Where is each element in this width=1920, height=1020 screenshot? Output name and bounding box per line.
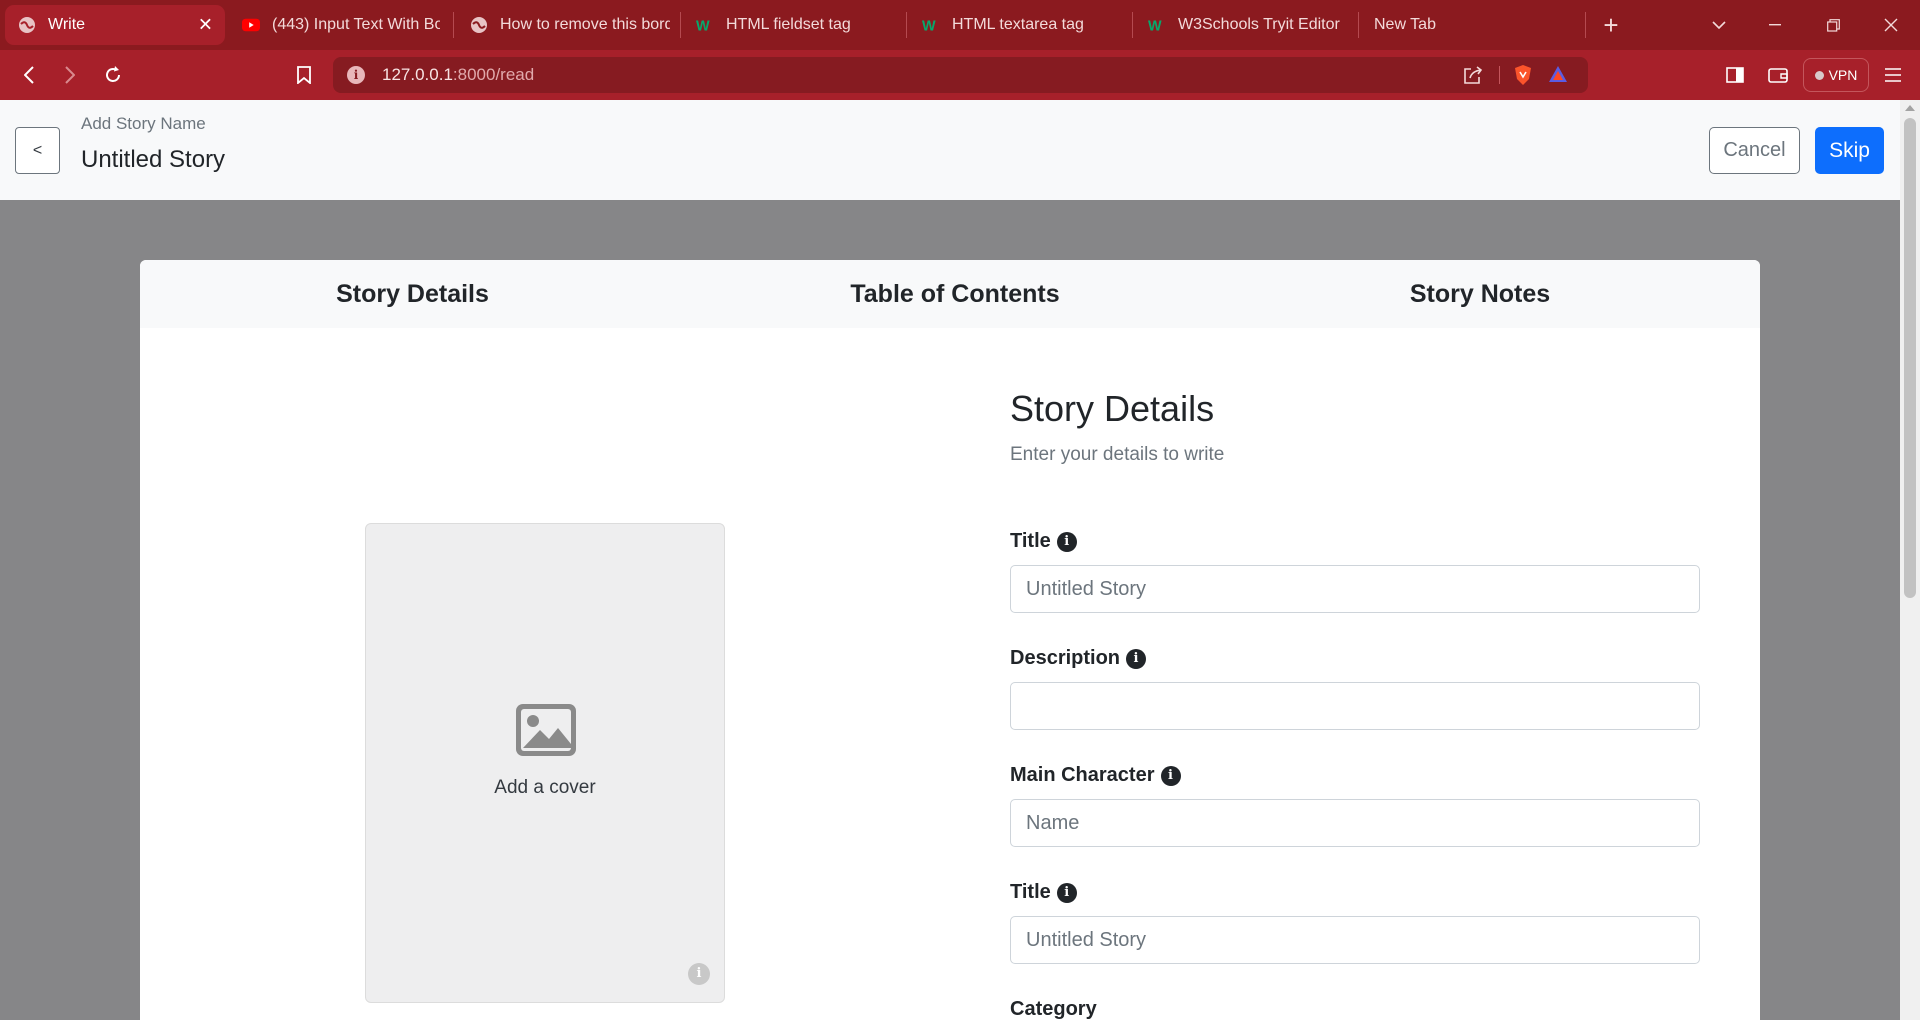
w3schools-icon: W [1148,16,1166,34]
browser-tab-bar: Write ✕ (443) Input Text With Border How… [0,0,1920,50]
site-info-icon[interactable]: i [347,66,365,84]
details-subheading: Enter your details to write [1010,444,1225,465]
url-path: :8000/read [452,65,535,84]
share-icon[interactable] [1463,65,1483,90]
scroll-up-icon[interactable] [1905,105,1915,111]
tab-title: HTML textarea tag [952,16,1084,33]
globe-icon [470,16,488,34]
header-subtitle: Add Story Name [81,114,206,133]
tab-title: How to remove this border [500,16,670,33]
tab-title: W3Schools Tryit Editor [1178,16,1340,33]
vpn-button[interactable]: VPN [1803,58,1869,92]
url-text[interactable]: 127.0.0.1:8000/read [382,57,534,93]
tab-separator [1132,12,1133,38]
image-icon [516,704,576,761]
tab-separator [1358,12,1359,38]
story-tabs: Story Details Table of Contents Story No… [140,260,1760,328]
tab-separator [453,12,454,38]
tab-separator [1585,12,1586,38]
svg-text:W: W [1148,18,1162,33]
reload-icon[interactable] [95,50,131,100]
tab-title: (443) Input Text With Border [272,16,440,33]
browser-toolbar: i 127.0.0.1:8000/read VPN [0,50,1920,100]
app-header: < Add Story Name Untitled Story Cancel S… [0,100,1900,200]
add-cover-area[interactable]: Add a cover i [365,523,725,1003]
vpn-label: VPN [1828,67,1858,83]
tab-separator [906,12,907,38]
w3schools-icon: W [696,16,714,34]
w3schools-icon: W [922,16,940,34]
title-input-2[interactable] [1010,916,1700,964]
info-icon[interactable]: i [1056,882,1077,903]
web-page: < Add Story Name Untitled Story Cancel S… [0,100,1920,1020]
info-icon[interactable]: i [1160,765,1181,786]
close-tab-icon[interactable]: ✕ [198,15,213,36]
forward-icon[interactable] [52,50,88,100]
globe-icon [18,16,36,34]
brave-rewards-icon[interactable] [1548,65,1568,88]
tab-table-of-contents[interactable]: Table of Contents [820,260,1090,328]
brave-shields-icon[interactable] [1513,64,1533,91]
add-cover-label: Add a cover [494,777,596,798]
field-label-text: Description [1010,647,1121,669]
bookmark-icon[interactable] [286,50,322,100]
tab-title: New Tab [1374,16,1436,33]
story-title: Untitled Story [81,146,226,173]
menu-icon[interactable] [1875,50,1911,100]
tab-story-details[interactable]: Story Details [280,260,545,328]
svg-text:W: W [696,18,710,33]
skip-button[interactable]: Skip [1815,127,1884,174]
tab-search-chevron-icon[interactable] [1697,0,1741,50]
title-input[interactable] [1010,565,1700,613]
tab-write[interactable]: Write ✕ [5,5,225,45]
category-label: Category [1010,998,1097,1020]
back-icon[interactable] [11,50,47,100]
youtube-icon [242,16,260,34]
field-label-text: Category [1010,998,1097,1020]
cancel-button[interactable]: Cancel [1709,127,1800,174]
page-scrollbar[interactable] [1900,100,1920,1020]
description-input[interactable] [1010,682,1700,730]
tab-title: Write [48,16,86,33]
vpn-status-icon [1814,70,1824,80]
new-tab-icon[interactable]: + [1589,0,1633,50]
main-character-input[interactable] [1010,799,1700,847]
tab-title: HTML fieldset tag [726,16,851,33]
restore-icon[interactable] [1811,0,1855,50]
tab-textarea[interactable]: W HTML textarea tag [922,0,1122,50]
divider [1499,66,1500,84]
main-character-label: Main Character i [1010,764,1181,787]
tab-border[interactable]: How to remove this border [470,0,670,50]
address-bar[interactable]: i 127.0.0.1:8000/read [333,57,1588,93]
title-label: Title i [1010,530,1077,553]
tab-fieldset[interactable]: W HTML fieldset tag [696,0,896,50]
story-card: Story Details Table of Contents Story No… [140,260,1760,1020]
tab-tryit[interactable]: W W3Schools Tryit Editor [1148,0,1348,50]
info-icon[interactable]: i [688,963,710,985]
back-button[interactable]: < [15,127,60,174]
field-label-text: Title [1010,530,1051,552]
close-window-icon[interactable] [1869,0,1913,50]
scroll-thumb[interactable] [1904,118,1916,598]
title-label-2: Title i [1010,881,1077,904]
field-label-text: Main Character [1010,764,1155,786]
field-label-text: Title [1010,881,1051,903]
tab-new[interactable]: New Tab [1374,0,1574,50]
svg-text:W: W [922,18,936,33]
minimize-icon[interactable] [1753,0,1797,50]
url-host: 127.0.0.1 [382,65,453,84]
info-icon[interactable]: i [1056,531,1077,552]
sidebar-toggle-icon[interactable] [1717,50,1753,100]
tab-story-notes[interactable]: Story Notes [1380,260,1580,328]
wallet-icon[interactable] [1760,50,1796,100]
tab-separator [680,12,681,38]
info-icon[interactable]: i [1126,648,1147,669]
details-heading: Story Details [1010,388,1215,429]
description-label: Description i [1010,647,1147,670]
tab-youtube[interactable]: (443) Input Text With Border [242,0,442,50]
